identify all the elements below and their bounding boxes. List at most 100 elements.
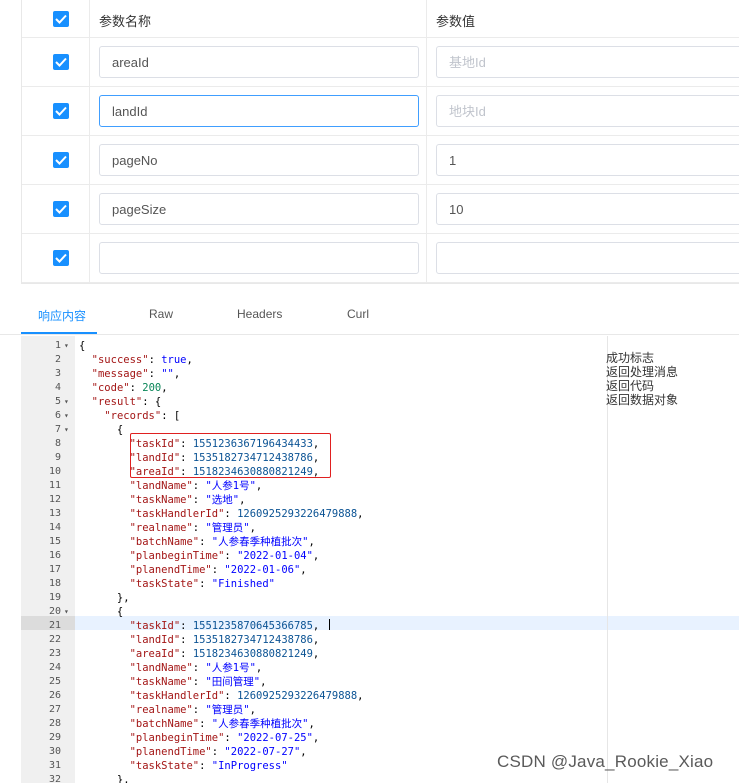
fold-toggle-icon[interactable]: ▾	[64, 409, 69, 423]
code-text: {	[79, 606, 124, 618]
param-value-input[interactable]	[436, 242, 739, 274]
code-line: 9 "landId": 1535182734712438786,	[21, 451, 739, 465]
code-line: 10 "areaId": 1518234630880821249,	[21, 465, 739, 479]
param-value-cell	[427, 136, 739, 184]
param-row	[22, 136, 739, 185]
param-value-input[interactable]	[436, 193, 739, 225]
fold-toggle-icon[interactable]: ▾	[64, 423, 69, 437]
line-number: 20	[48, 606, 61, 617]
field-comments: 成功标志 返回处理消息 返回代码 返回数据对象	[606, 351, 678, 407]
fold-toggle-icon[interactable]: ▾	[64, 395, 69, 409]
param-check-cell	[22, 185, 90, 233]
active-tab-indicator	[21, 332, 97, 334]
code-line: 13 "taskHandlerId": 1260925293226479888,	[21, 507, 739, 521]
watermark: CSDN @Java_Rookie_Xiao	[497, 752, 714, 771]
line-number: 3	[54, 368, 61, 379]
response-code-editor[interactable]: 1 ▾{2 "success": true, 3 "message": "", 4 "…	[21, 336, 739, 783]
code-text: "taskState": "Finished"	[129, 578, 275, 590]
param-name-cell	[90, 38, 427, 86]
code-line: 20 ▾ {	[21, 605, 739, 619]
line-number: 9	[54, 452, 61, 463]
line-number: 25	[48, 676, 61, 687]
code-text: "taskHandlerId": 1260925293226479888,	[129, 690, 364, 702]
fold-toggle-icon[interactable]: ▾	[64, 605, 69, 619]
tab-response-content[interactable]: 响应内容	[38, 307, 86, 324]
param-checkbox[interactable]	[53, 201, 69, 217]
code-line: 27 "realname": "管理员",	[21, 703, 739, 717]
code-text: "message": "",	[91, 368, 181, 380]
code-text: "realname": "管理员",	[129, 704, 256, 716]
param-row	[22, 38, 739, 87]
code-line: 12 "taskName": "选地",	[21, 493, 739, 507]
line-number: 27	[48, 704, 61, 715]
code-text: "taskName": "选地",	[129, 494, 246, 506]
line-number: 30	[48, 746, 61, 757]
line-number: 21	[48, 620, 61, 631]
comment-result: 返回数据对象	[606, 393, 679, 407]
code-text: "landName": "人参1号",	[129, 662, 263, 674]
code-text: "landId": 1535182734712438786,	[129, 634, 320, 646]
param-checkbox[interactable]	[53, 103, 69, 119]
param-checkbox[interactable]	[53, 152, 69, 168]
line-number: 15	[48, 536, 61, 547]
line-number: 16	[48, 550, 61, 561]
code-text: "taskId": 1551235870645366785,	[129, 620, 320, 632]
line-number: 13	[48, 508, 61, 519]
comment-success: 成功标志	[606, 351, 655, 365]
param-name-input[interactable]	[99, 242, 419, 274]
code-text: "batchName": "人参春季种植批次",	[129, 536, 315, 548]
line-number: 2	[54, 354, 61, 365]
line-number: 22	[48, 634, 61, 645]
param-value-input[interactable]	[436, 46, 739, 78]
code-text: },	[79, 774, 130, 783]
select-all-cell	[22, 0, 90, 37]
code-text: "batchName": "人参春季种植批次",	[129, 718, 315, 730]
param-name-input[interactable]	[99, 95, 419, 127]
code-line: 6 ▾ "records": [	[21, 409, 739, 423]
param-value-input[interactable]	[436, 95, 739, 127]
code-text: "taskState": "InProgress"	[129, 760, 288, 772]
fold-toggle-icon[interactable]: ▾	[64, 339, 69, 353]
line-number: 11	[48, 480, 61, 491]
line-number: 17	[48, 564, 61, 575]
code-line: 7 ▾ {	[21, 423, 739, 437]
code-text: "code": 200,	[91, 382, 168, 394]
code-line: 28 "batchName": "人参春季种植批次",	[21, 717, 739, 731]
code-text: },	[79, 592, 130, 604]
line-number: 14	[48, 522, 61, 533]
param-name-input[interactable]	[99, 193, 419, 225]
param-checkbox[interactable]	[53, 54, 69, 70]
code-line: 25 "taskName": "田间管理",	[21, 675, 739, 689]
code-text: "records": [	[104, 410, 181, 422]
params-header-row: 参数名称 参数值	[22, 0, 739, 38]
line-number: 23	[48, 648, 61, 659]
tab-curl[interactable]: Curl	[347, 307, 369, 321]
params-table: 参数名称 参数值	[21, 0, 739, 284]
code-line: 26 "taskHandlerId": 1260925293226479888,	[21, 689, 739, 703]
param-name-input[interactable]	[99, 46, 419, 78]
tab-raw[interactable]: Raw	[149, 307, 173, 321]
line-number: 1	[54, 340, 61, 351]
param-value-input[interactable]	[436, 144, 739, 176]
code-line: 32 },	[21, 773, 739, 783]
code-text: "success": true,	[91, 354, 193, 366]
line-number: 10	[48, 466, 61, 477]
line-number: 12	[48, 494, 61, 505]
response-tabs: 响应内容 Raw Headers Curl	[0, 298, 739, 335]
code-line: 19 },	[21, 591, 739, 605]
code-text: "result": {	[91, 396, 162, 408]
param-checkbox[interactable]	[53, 250, 69, 266]
param-name-input[interactable]	[99, 144, 419, 176]
tab-headers[interactable]: Headers	[237, 307, 282, 321]
code-text: "landName": "人参1号",	[129, 480, 263, 492]
param-check-cell	[22, 136, 90, 184]
line-number: 7	[54, 424, 61, 435]
param-value-cell	[427, 38, 739, 86]
param-check-cell	[22, 87, 90, 135]
select-all-checkbox[interactable]	[53, 10, 69, 27]
code-text: {	[79, 340, 86, 352]
code-line: 8 "taskId": 1551236367196434433,	[21, 437, 739, 451]
code-line: 24 "landName": "人参1号",	[21, 661, 739, 675]
code-text: "planbeginTime": "2022-07-25",	[129, 732, 320, 744]
code-text: "areaId": 1518234630880821249,	[129, 648, 320, 660]
